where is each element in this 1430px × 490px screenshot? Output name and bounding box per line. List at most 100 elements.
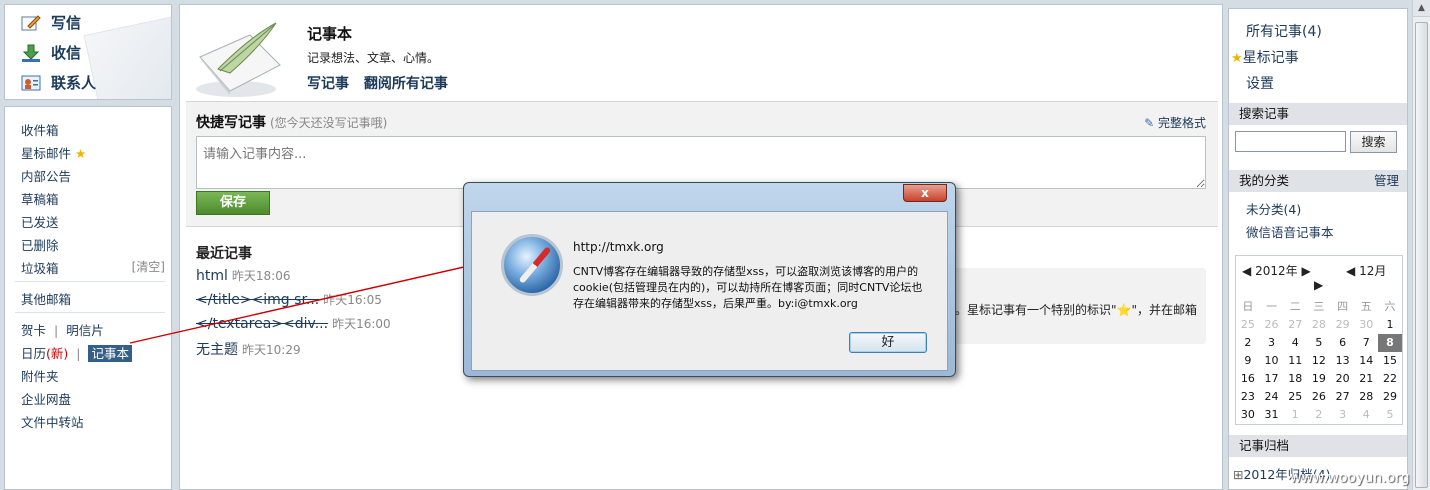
calendar-day[interactable]: 25: [1283, 388, 1307, 406]
recent-note-name: html: [196, 268, 228, 284]
calendar-day[interactable]: 28: [1354, 388, 1378, 406]
calendar-day[interactable]: 22: [1378, 370, 1402, 388]
calendar-day[interactable]: 24: [1260, 388, 1284, 406]
calendar-day[interactable]: 27: [1283, 316, 1307, 334]
uncategorized-link[interactable]: 未分类(4): [1246, 199, 1301, 218]
calendar-day[interactable]: 11: [1283, 352, 1307, 370]
page-scrollbar[interactable]: ▲: [1412, 0, 1430, 490]
calendar-day[interactable]: 3: [1260, 334, 1284, 352]
calendar-day[interactable]: 29: [1378, 388, 1402, 406]
voice-notebook-link[interactable]: 微信语音记事本: [1246, 222, 1334, 241]
expand-icon[interactable]: ⊞: [1233, 467, 1243, 482]
settings-link[interactable]: 设置: [1246, 73, 1274, 93]
folder-inbox[interactable]: 收件箱: [21, 120, 59, 139]
mini-calendar: ◀ 2012年 ▶ ◀ 12月 ▶ 日 一 二 三 四 五 六 25 26 27…: [1235, 255, 1403, 425]
calendar-day[interactable]: 7: [1354, 334, 1378, 352]
recent-note-item[interactable]: 无主题 昨天10:29: [196, 339, 301, 359]
folder-netdisk[interactable]: 企业网盘: [21, 389, 71, 408]
calendar-day[interactable]: 10: [1260, 352, 1284, 370]
star-icon: ★: [1231, 51, 1243, 66]
folder-transfer[interactable]: 文件中转站: [21, 412, 84, 431]
clear-junk-link[interactable]: [清空]: [132, 258, 165, 275]
calendar-day[interactable]: 14: [1354, 352, 1378, 370]
calendar-day[interactable]: 5: [1378, 406, 1402, 424]
calendar-day[interactable]: 21: [1354, 370, 1378, 388]
calendar-link[interactable]: 日历: [21, 346, 46, 361]
receive-mail-button[interactable]: 收信: [21, 42, 81, 63]
greeting-card-link[interactable]: 贺卡: [21, 323, 46, 338]
calendar-day[interactable]: 17: [1260, 370, 1284, 388]
next-year-icon[interactable]: ▶: [1301, 264, 1310, 278]
calendar-day[interactable]: 28: [1307, 316, 1331, 334]
calendar-day[interactable]: 29: [1331, 316, 1355, 334]
calendar-day[interactable]: 26: [1260, 316, 1284, 334]
recent-notes-title: 最近记事: [196, 246, 252, 262]
recent-note-time: 昨天16:00: [332, 317, 391, 331]
all-notes-link[interactable]: 所有记事(4): [1246, 21, 1322, 41]
calendar-day[interactable]: 27: [1331, 388, 1355, 406]
folder-starred[interactable]: 星标邮件 ★: [21, 143, 86, 162]
manage-link[interactable]: 管理: [1374, 170, 1399, 192]
calendar-day[interactable]: 4: [1283, 334, 1307, 352]
calendar-day[interactable]: 3: [1331, 406, 1355, 424]
starred-notes-label: 星标记事: [1242, 50, 1299, 66]
calendar-day[interactable]: 16: [1236, 370, 1260, 388]
folder-attachments[interactable]: 附件夹: [21, 366, 59, 385]
divider: [15, 312, 165, 313]
envelope-decoration: [83, 16, 171, 99]
week-row: 25 26 27 28 29 30 1: [1236, 316, 1402, 334]
folder-notice[interactable]: 内部公告: [21, 166, 71, 185]
search-input[interactable]: [1235, 131, 1346, 152]
folder-junk[interactable]: 垃圾箱: [21, 258, 59, 277]
calendar-day[interactable]: 9: [1236, 352, 1260, 370]
notebook-link[interactable]: 记事本: [88, 345, 132, 362]
calendar-day[interactable]: 25: [1236, 316, 1260, 334]
calendar-day[interactable]: 12: [1307, 352, 1331, 370]
write-mail-button[interactable]: 写信: [21, 12, 81, 33]
browse-notes-link[interactable]: 翻阅所有记事: [364, 76, 448, 92]
calendar-day[interactable]: 19: [1307, 370, 1331, 388]
save-button[interactable]: 保存: [196, 191, 270, 215]
folder-deleted[interactable]: 已删除: [21, 235, 59, 254]
calendar-day[interactable]: 2: [1307, 406, 1331, 424]
calendar-day[interactable]: 15: [1378, 352, 1402, 370]
scroll-thumb[interactable]: [1415, 22, 1428, 488]
calendar-today[interactable]: 8: [1378, 334, 1402, 352]
recent-note-item[interactable]: html 昨天18:06: [196, 267, 290, 284]
prev-year-icon[interactable]: ◀: [1242, 264, 1251, 278]
search-button[interactable]: 搜索: [1350, 131, 1397, 153]
calendar-day[interactable]: 6: [1331, 334, 1355, 352]
calendar-day[interactable]: 2: [1236, 334, 1260, 352]
full-format-link[interactable]: ✎ 完整格式: [1144, 114, 1206, 131]
calendar-day[interactable]: 31: [1260, 406, 1284, 424]
postcard-link[interactable]: 明信片: [66, 323, 104, 338]
calendar-day[interactable]: 30: [1236, 406, 1260, 424]
calendar-day[interactable]: 20: [1331, 370, 1355, 388]
folder-list: 收件箱 星标邮件 ★ 内部公告 草稿箱 已发送 已删除 垃圾箱 [清空] 其他邮…: [4, 106, 172, 490]
prev-month-icon[interactable]: ◀: [1346, 264, 1355, 278]
write-note-link[interactable]: 写记事: [307, 76, 349, 92]
calendar-day[interactable]: 5: [1307, 334, 1331, 352]
calendar-day[interactable]: 1: [1283, 406, 1307, 424]
weekday: 一: [1266, 300, 1278, 313]
folder-drafts[interactable]: 草稿箱: [21, 189, 59, 208]
folder-sent[interactable]: 已发送: [21, 212, 59, 231]
calendar-day[interactable]: 1: [1378, 316, 1402, 334]
recent-note-item[interactable]: </textarea><div... 昨天16:00: [196, 315, 391, 332]
scroll-up-icon[interactable]: ▲: [1413, 0, 1430, 17]
calendar-day[interactable]: 13: [1331, 352, 1355, 370]
starred-notes-link[interactable]: ★星标记事: [1231, 47, 1299, 67]
next-month-icon[interactable]: ▶: [1314, 278, 1323, 292]
ok-button[interactable]: 好: [849, 332, 927, 353]
calendar-day[interactable]: 30: [1354, 316, 1378, 334]
recent-note-item[interactable]: </title><img sr... 昨天16:05: [196, 291, 382, 308]
calendar-day[interactable]: 4: [1354, 406, 1378, 424]
close-button[interactable]: x: [903, 184, 947, 202]
folder-other[interactable]: 其他邮箱: [21, 289, 71, 308]
quick-note-title: 快捷写记事 (您今天还没写记事哦): [196, 112, 387, 132]
calendar-day[interactable]: 18: [1283, 370, 1307, 388]
calendar-day[interactable]: 26: [1307, 388, 1331, 406]
calendar-day[interactable]: 23: [1236, 388, 1260, 406]
dialog-body: http://tmxk.org CNTV博客存在编辑器导致的存储型xss，可以盗…: [471, 211, 948, 371]
contacts-button[interactable]: 联系人: [21, 72, 96, 93]
